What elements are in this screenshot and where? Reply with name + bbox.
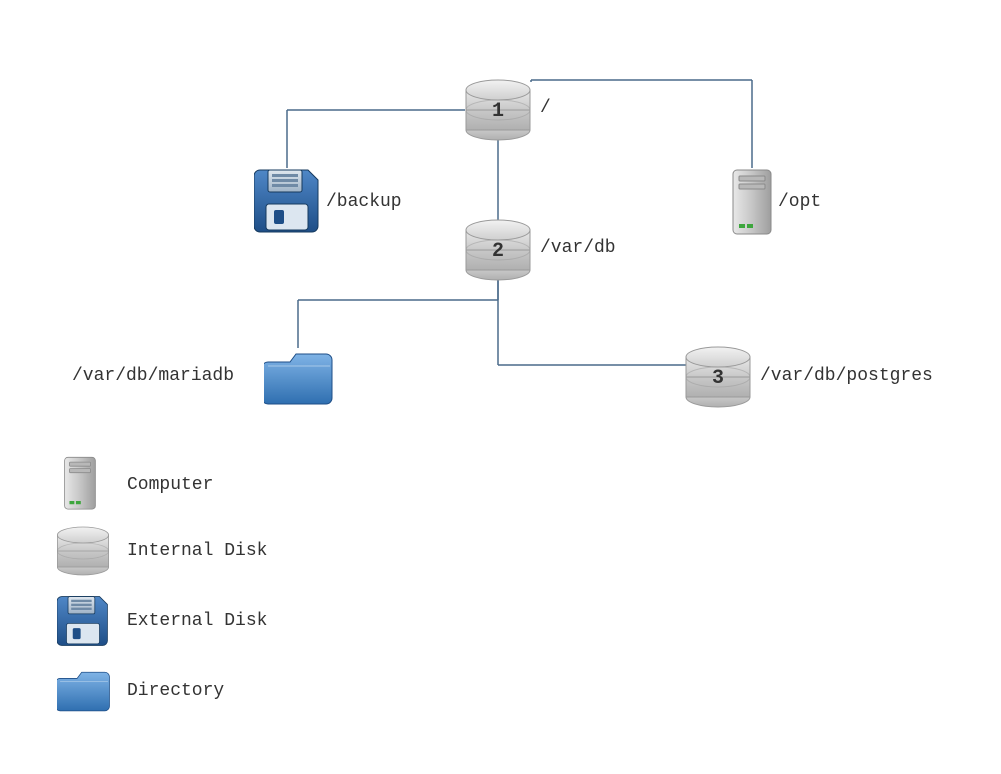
node-opt-computer: [731, 168, 773, 244]
legend-label-directory: Directory: [127, 681, 224, 701]
computer-icon: [731, 168, 773, 238]
legend-label-external-disk: External Disk: [127, 611, 267, 631]
directory-icon: [57, 667, 111, 713]
directory-icon: [264, 348, 334, 406]
legend-label-computer: Computer: [127, 475, 213, 495]
label-mariadb: /var/db/mariadb: [72, 366, 234, 386]
disk-number-2: 2: [488, 240, 508, 263]
external-disk-icon: [254, 168, 320, 234]
label-vardb: /var/db: [540, 238, 616, 258]
node-postgres-disk: 3: [683, 345, 753, 415]
computer-icon: [63, 455, 97, 513]
external-disk-icon: [57, 595, 109, 647]
label-backup: /backup: [326, 192, 402, 212]
legend-label-internal-disk: Internal Disk: [127, 541, 267, 561]
disk-number-1: 1: [488, 100, 508, 123]
node-backup-floppy: [254, 168, 320, 240]
label-postgres: /var/db/postgres: [760, 366, 933, 386]
internal-disk-icon: [55, 525, 111, 577]
label-root: /: [540, 98, 551, 118]
label-opt: /opt: [778, 192, 821, 212]
node-vardb-disk: 2: [463, 218, 533, 288]
diagram-canvas: 1 / /backup: [0, 0, 1001, 774]
node-root-disk: 1: [463, 78, 533, 148]
node-mariadb-folder: [264, 348, 334, 412]
disk-number-3: 3: [708, 367, 728, 390]
